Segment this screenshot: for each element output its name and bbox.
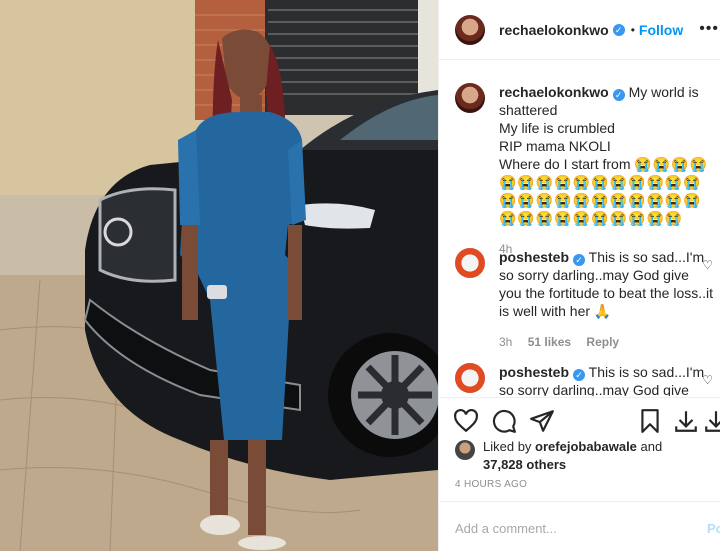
likes-count[interactable]: 37,828 others bbox=[483, 457, 566, 472]
caption-username[interactable]: rechaelokonkwo bbox=[499, 84, 609, 100]
likes-summary: Liked by orefejobabawale and 37,828 othe… bbox=[455, 438, 715, 474]
heart-outline-icon[interactable] bbox=[453, 408, 479, 434]
comment-meta: 3h 51 likes Reply bbox=[499, 333, 715, 351]
comments-section[interactable]: rechaelokonkwo ✓ My world is shattered My… bbox=[439, 61, 720, 396]
comment-username[interactable]: poshesteb bbox=[499, 364, 569, 380]
comment-input[interactable]: Add a comment... bbox=[455, 521, 557, 536]
post-side-panel: rechaelokonkwo ✓ • Follow ••• rechaeloko… bbox=[438, 0, 720, 551]
action-bar bbox=[439, 397, 720, 443]
commenter-avatar[interactable] bbox=[455, 248, 485, 278]
author-username[interactable]: rechaelokonkwo bbox=[499, 22, 609, 38]
paper-plane-icon[interactable] bbox=[529, 408, 555, 434]
liker-username[interactable]: orefejobabawale bbox=[535, 439, 637, 454]
comment-item: poshesteb ✓ This is so sad...I'm so sorry… bbox=[455, 363, 715, 396]
comment-username[interactable]: poshesteb bbox=[499, 249, 569, 265]
download-icon[interactable] bbox=[703, 408, 720, 434]
post-photo[interactable] bbox=[0, 0, 438, 551]
comment-likes[interactable]: 51 likes bbox=[528, 335, 571, 349]
comment-item: poshesteb ✓ This is so sad...I'm so sorry… bbox=[455, 248, 715, 351]
instagram-post: rechaelokonkwo ✓ • Follow ••• rechaeloko… bbox=[0, 0, 720, 551]
caption-body: rechaelokonkwo ✓ My world is shattered My… bbox=[499, 83, 715, 258]
verified-badge-icon: ✓ bbox=[573, 369, 586, 381]
verified-badge-icon: ✓ bbox=[612, 89, 625, 101]
comment-body: poshesteb ✓ This is so sad...I'm so sorry… bbox=[499, 248, 715, 351]
comment-time[interactable]: 3h bbox=[499, 335, 512, 349]
likes-and: and bbox=[640, 439, 663, 454]
reply-button[interactable]: Reply bbox=[586, 335, 619, 349]
comment-body: poshesteb ✓ This is so sad...I'm so sorry… bbox=[499, 363, 715, 396]
caption-avatar[interactable] bbox=[455, 83, 485, 113]
more-options-icon[interactable]: ••• bbox=[699, 20, 719, 38]
verified-badge-icon: ✓ bbox=[612, 23, 625, 36]
photo-scene bbox=[0, 0, 438, 551]
bookmark-icon[interactable] bbox=[637, 408, 663, 434]
add-comment-bar: Add a comment... Po bbox=[439, 501, 720, 551]
liked-by-prefix: Liked by bbox=[483, 439, 532, 454]
post-comment-button[interactable]: Po bbox=[707, 521, 720, 536]
comment-icon[interactable] bbox=[491, 408, 517, 434]
comment-like-heart-icon[interactable]: ♡ bbox=[702, 258, 713, 272]
post-header: rechaelokonkwo ✓ • Follow ••• bbox=[439, 0, 720, 60]
liker-avatar[interactable] bbox=[455, 440, 475, 460]
post-timestamp[interactable]: 4 HOURS AGO bbox=[455, 479, 527, 490]
caption-line-2: My life is crumbled bbox=[499, 120, 615, 136]
caption-item: rechaelokonkwo ✓ My world is shattered My… bbox=[455, 83, 715, 258]
caption-line-3: RIP mama NKOLI bbox=[499, 138, 611, 154]
caption-line-4: Where do I start from bbox=[499, 156, 631, 172]
verified-badge-icon: ✓ bbox=[573, 254, 586, 266]
author-avatar[interactable] bbox=[455, 14, 485, 45]
comment-like-heart-icon[interactable]: ♡ bbox=[702, 373, 713, 387]
commenter-avatar[interactable] bbox=[455, 363, 485, 393]
likes-text: Liked by orefejobabawale and 37,828 othe… bbox=[483, 438, 662, 474]
download-icon[interactable] bbox=[673, 408, 699, 434]
follow-button[interactable]: Follow bbox=[639, 22, 683, 38]
header-separator: • bbox=[630, 22, 635, 37]
